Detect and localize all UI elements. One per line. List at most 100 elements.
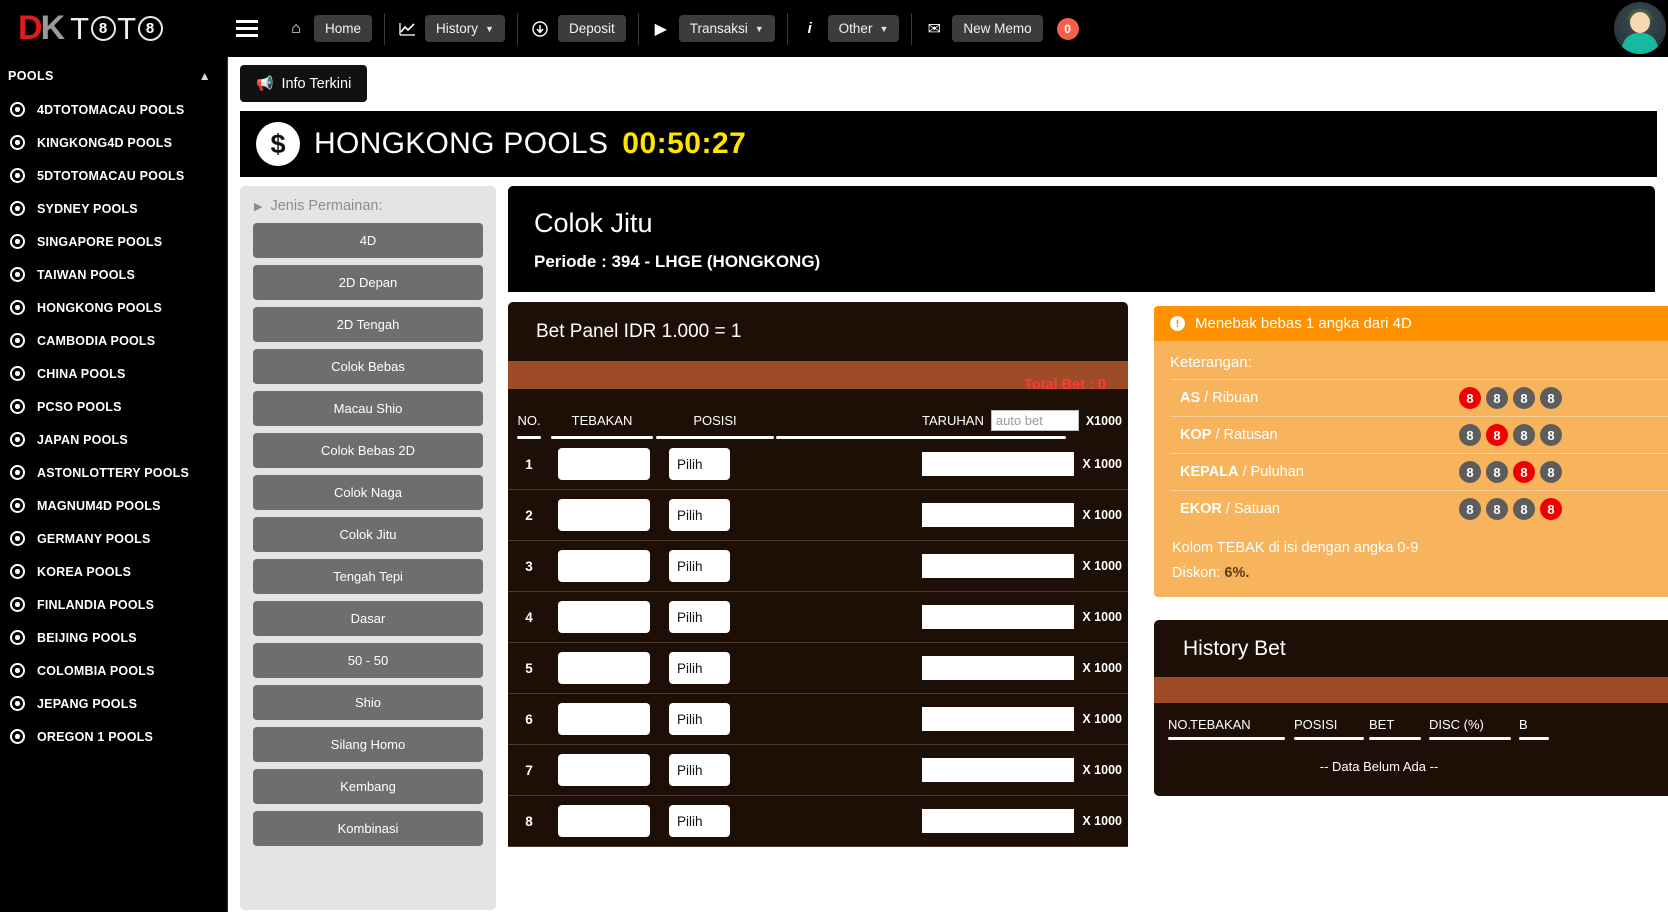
- sidebar-item-jepang-pools[interactable]: JEPANG POOLS: [0, 687, 227, 720]
- posisi-select-button[interactable]: Pilih: [669, 805, 730, 837]
- sidebar-item-hongkong-pools[interactable]: HONGKONG POOLS: [0, 291, 227, 324]
- target-dot-icon: [10, 267, 25, 282]
- tebakan-input[interactable]: [558, 805, 650, 837]
- column-header-taruhan: TARUHAN: [921, 413, 984, 428]
- bet-row: 4 Pilih X 1000: [508, 592, 1128, 643]
- auto-bet-input[interactable]: [990, 410, 1079, 431]
- tebakan-input[interactable]: [558, 652, 650, 684]
- posisi-select-button[interactable]: Pilih: [669, 601, 730, 633]
- posisi-select-button[interactable]: Pilih: [669, 652, 730, 684]
- game-type-button-tengah-tepi[interactable]: Tengah Tepi: [253, 559, 483, 594]
- sidebar-item-label: FINLANDIA POOLS: [37, 597, 155, 612]
- keterangan-row-kop: KOP / Ratusan 8 8 8 8: [1170, 416, 1668, 453]
- sidebar-item-taiwan-pools[interactable]: TAIWAN POOLS: [0, 258, 227, 291]
- game-type-button-kembang[interactable]: Kembang: [253, 769, 483, 804]
- sidebar-item-4dtotomacau-pools[interactable]: 4DTOTOMACAU POOLS: [0, 93, 227, 126]
- sidebar-item-beijing-pools[interactable]: BEIJING POOLS: [0, 621, 227, 654]
- taruhan-input[interactable]: [922, 503, 1075, 527]
- keterangan-row-rest: / Puluhan: [1238, 464, 1304, 480]
- nav-button-other[interactable]: Other ▼: [827, 15, 900, 42]
- nav-button-new-memo[interactable]: New Memo: [952, 15, 1043, 42]
- sidebar-item-cambodia-pools[interactable]: CAMBODIA POOLS: [0, 324, 227, 357]
- mail-icon: ✉: [927, 20, 942, 38]
- sidebar-item-korea-pools[interactable]: KOREA POOLS: [0, 555, 227, 588]
- avatar-head: [1630, 12, 1650, 33]
- posisi-select-button[interactable]: Pilih: [669, 550, 730, 582]
- taruhan-input[interactable]: [922, 605, 1075, 629]
- keterangan-card: ! Menebak bebas 1 angka dari 4D Keterang…: [1154, 306, 1668, 597]
- taruhan-input[interactable]: [922, 656, 1075, 680]
- chevron-up-icon[interactable]: ▲: [199, 69, 211, 83]
- tebakan-input[interactable]: [558, 448, 650, 480]
- tebakan-input[interactable]: [558, 703, 650, 735]
- bet-row: 8 Pilih X 1000: [508, 796, 1128, 847]
- sidebar-item-5dtotomacau-pools[interactable]: 5DTOTOMACAU POOLS: [0, 159, 227, 192]
- target-dot-icon: [10, 564, 25, 579]
- sidebar-item-colombia-pools[interactable]: COLOMBIA POOLS: [0, 654, 227, 687]
- digit-ball-icon: 8: [1513, 387, 1535, 409]
- taruhan-input[interactable]: [922, 554, 1075, 578]
- taruhan-input[interactable]: [922, 452, 1075, 476]
- discount-value: 6%.: [1224, 565, 1250, 581]
- nav-button-history[interactable]: History ▼: [425, 15, 505, 42]
- game-type-button-dasar[interactable]: Dasar: [253, 601, 483, 636]
- game-type-button-2d-depan[interactable]: 2D Depan: [253, 265, 483, 300]
- bet-row-number: 2: [525, 507, 533, 523]
- info-terkini-button[interactable]: 📢 Info Terkini: [240, 65, 368, 102]
- sidebar-item-japan-pools[interactable]: JAPAN POOLS: [0, 423, 227, 456]
- sidebar-item-china-pools[interactable]: CHINA POOLS: [0, 357, 227, 390]
- sidebar-item-germany-pools[interactable]: GERMANY POOLS: [0, 522, 227, 555]
- game-type-button-4d[interactable]: 4D: [253, 223, 483, 258]
- game-type-button-50-50[interactable]: 50 - 50: [253, 643, 483, 678]
- posisi-select-button[interactable]: Pilih: [669, 499, 730, 531]
- nav-button-deposit[interactable]: Deposit: [557, 15, 626, 42]
- nav-item-other[interactable]: i Other ▼: [790, 0, 910, 57]
- sidebar-item-pcso-pools[interactable]: PCSO POOLS: [0, 390, 227, 423]
- keterangan-row-key: KEPALA: [1180, 464, 1239, 480]
- nav-item-new-memo[interactable]: ✉ New Memo 0: [914, 0, 1088, 57]
- game-type-button-2d-tengah[interactable]: 2D Tengah: [253, 307, 483, 342]
- hamburger-menu-icon[interactable]: [236, 20, 276, 37]
- sidebar-item-kingkong4d-pools[interactable]: KINGKONG4D POOLS: [0, 126, 227, 159]
- nav-item-transaksi[interactable]: ▶ Transaksi ▼: [641, 0, 785, 57]
- tebakan-input[interactable]: [558, 550, 650, 582]
- digit-ball-icon: 8: [1486, 424, 1508, 446]
- game-type-button-macau-shio[interactable]: Macau Shio: [253, 391, 483, 426]
- tebakan-input[interactable]: [558, 754, 650, 786]
- sidebar-item-singapore-pools[interactable]: SINGAPORE POOLS: [0, 225, 227, 258]
- game-type-button-colok-bebas[interactable]: Colok Bebas: [253, 349, 483, 384]
- taruhan-input[interactable]: [922, 707, 1075, 731]
- row-multiplier-label: X 1000: [1082, 661, 1122, 675]
- nav-item-home[interactable]: ⌂ Home: [276, 0, 382, 57]
- game-type-button-colok-naga[interactable]: Colok Naga: [253, 475, 483, 510]
- game-type-button-kombinasi[interactable]: Kombinasi: [253, 811, 483, 846]
- posisi-select-button[interactable]: Pilih: [669, 448, 730, 480]
- game-type-button-shio[interactable]: Shio: [253, 685, 483, 720]
- user-avatar[interactable]: [1614, 2, 1666, 54]
- taruhan-input[interactable]: [922, 758, 1075, 782]
- nav-item-history[interactable]: History ▼: [387, 0, 515, 57]
- game-type-button-colok-jitu[interactable]: Colok Jitu: [253, 517, 483, 552]
- triangle-right-icon: ▶: [254, 200, 263, 213]
- taruhan-input[interactable]: [922, 809, 1075, 833]
- posisi-select-button[interactable]: Pilih: [669, 754, 730, 786]
- nav-item-deposit[interactable]: Deposit: [520, 0, 636, 57]
- tebakan-input[interactable]: [558, 601, 650, 633]
- sidebar-item-finlandia-pools[interactable]: FINLANDIA POOLS: [0, 588, 227, 621]
- sidebar-item-sydney-pools[interactable]: SYDNEY POOLS: [0, 192, 227, 225]
- game-header: Colok Jitu Periode : 394 - LHGE (HONGKON…: [508, 186, 1655, 292]
- sidebar-section-pools[interactable]: POOLS ▲: [0, 57, 227, 93]
- keterangan-row-label: KOP / Ratusan: [1180, 427, 1278, 443]
- posisi-select-button[interactable]: Pilih: [669, 703, 730, 735]
- sidebar-item-oregon-1-pools[interactable]: OREGON 1 POOLS: [0, 720, 227, 753]
- sidebar-item-magnum4d-pools[interactable]: MAGNUM4D POOLS: [0, 489, 227, 522]
- bet-row-number: 6: [525, 711, 533, 727]
- tebakan-input[interactable]: [558, 499, 650, 531]
- game-type-button-silang-homo[interactable]: Silang Homo: [253, 727, 483, 762]
- sidebar-item-astonlottery-pools[interactable]: ASTONLOTTERY POOLS: [0, 456, 227, 489]
- nav-button-home[interactable]: Home: [314, 15, 373, 42]
- nav-button-transaksi[interactable]: Transaksi ▼: [678, 15, 775, 42]
- target-dot-icon: [10, 630, 25, 645]
- game-type-button-colok-bebas-2d[interactable]: Colok Bebas 2D: [253, 433, 483, 468]
- brand-logo[interactable]: D K T 8 T 8: [0, 0, 228, 57]
